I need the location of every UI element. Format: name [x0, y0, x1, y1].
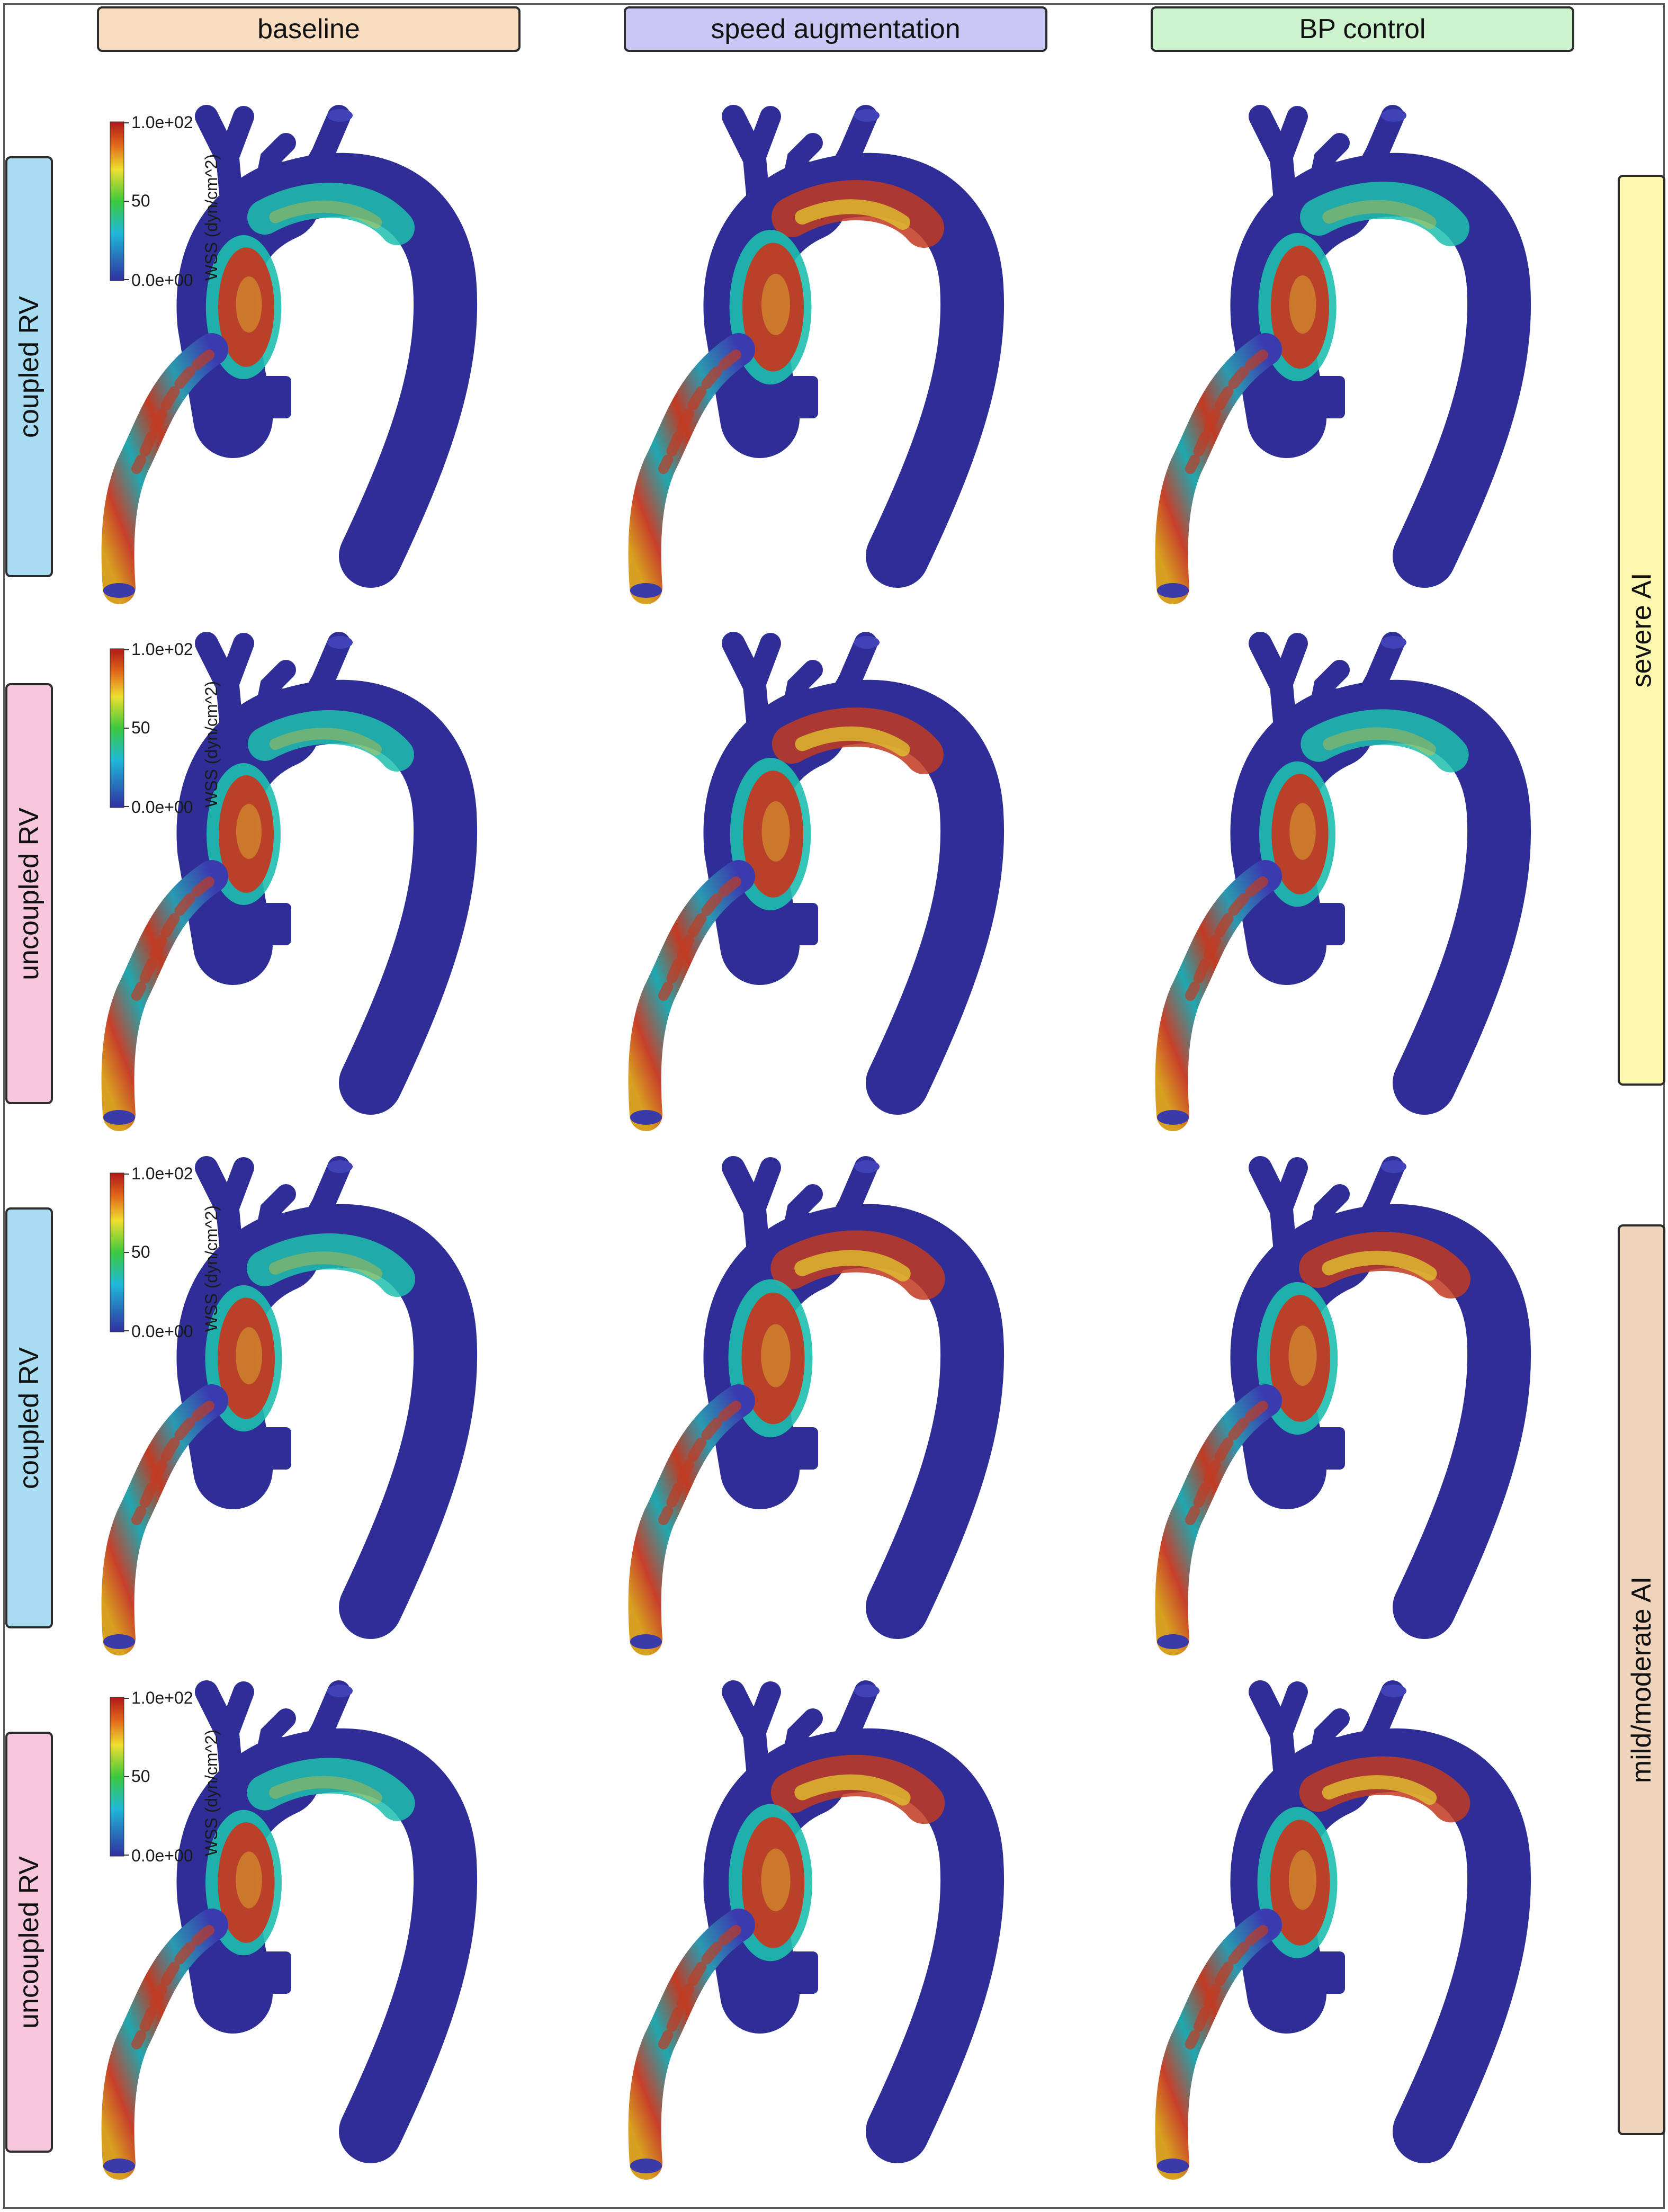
colorbar-max-label: 1.0e+02: [131, 1164, 193, 1183]
descending-aorta: [1303, 153, 1531, 588]
colorbar-mid-label: 50: [131, 191, 150, 210]
aorta-wss-panel-r4-c3: [1128, 1671, 1604, 2195]
aorta-wss-panel-r2-c1: 1.0e+02 50 0.0e+00 WSS (dyn/cm^2): [74, 622, 551, 1147]
colorbar-mid-label: 50: [131, 1767, 150, 1786]
colorbar-min-label: 0.0e+00: [131, 1846, 193, 1865]
descending-aorta: [249, 153, 478, 588]
descending-aorta: [1303, 1728, 1531, 2163]
branch-brachiocephalic-2: [744, 1157, 781, 1221]
descending-aorta: [1303, 1204, 1531, 1639]
descending-aorta: [776, 1204, 1005, 1639]
aorta-wss-panel-r1-c2: [601, 95, 1078, 620]
colorbar-title: WSS (dyn/cm^2): [202, 154, 221, 281]
group-label-severe-ai: severe AI: [1618, 175, 1665, 1086]
branch-brachiocephalic-2: [744, 1681, 781, 1745]
group-label-mild-moderate-ai: mild/moderate AI: [1618, 1224, 1665, 2135]
branch-brachiocephalic-2: [1271, 633, 1308, 696]
aorta-wss-panel-r3-c3: [1128, 1147, 1604, 1671]
aorta-wss-panel-r2-c2: [601, 622, 1078, 1147]
wss-colorbar: 1.0e+02 50 0.0e+00 WSS (dyn/cm^2): [110, 640, 221, 817]
colorbar-min-label: 0.0e+00: [131, 798, 193, 817]
aorta-wss-panel-r1-c3: [1128, 95, 1604, 620]
branch-brachiocephalic-2: [217, 633, 254, 696]
row-label-3: coupled RV: [5, 1207, 53, 1628]
descending-aorta: [776, 679, 1005, 1115]
descending-aorta: [249, 679, 478, 1115]
colorbar-title: WSS (dyn/cm^2): [202, 1205, 221, 1332]
wss-colorbar: 1.0e+02 50 0.0e+00 WSS (dyn/cm^2): [110, 113, 221, 290]
colorbar-min-label: 0.0e+00: [131, 271, 193, 290]
branch-brachiocephalic-2: [217, 1681, 254, 1745]
descending-aorta: [776, 1728, 1005, 2163]
colorbar-max-label: 1.0e+02: [131, 1688, 193, 1707]
branch-brachiocephalic-2: [1271, 1681, 1308, 1745]
descending-aorta: [1303, 679, 1531, 1115]
aorta-wss-panel-r4-c2: [601, 1671, 1078, 2195]
descending-aorta: [776, 153, 1005, 588]
branch-brachiocephalic-2: [217, 1157, 254, 1221]
column-label-bp-control: BP control: [1151, 6, 1574, 52]
aorta-wss-panel-r4-c1: 1.0e+02 50 0.0e+00 WSS (dyn/cm^2): [74, 1671, 551, 2195]
aorta-wss-panel-r3-c1: 1.0e+02 50 0.0e+00 WSS (dyn/cm^2): [74, 1147, 551, 1671]
branch-brachiocephalic-2: [1271, 106, 1308, 169]
aorta-wss-panel-r1-c1: 1.0e+02 50 0.0e+00 WSS (dyn/cm^2): [74, 95, 551, 620]
row-label-1: coupled RV: [5, 156, 53, 577]
colorbar-max-label: 1.0e+02: [131, 640, 193, 659]
colorbar-title: WSS (dyn/cm^2): [202, 681, 221, 808]
colorbar-min-label: 0.0e+00: [131, 1322, 193, 1341]
colorbar-max-label: 1.0e+02: [131, 113, 193, 132]
descending-aorta: [249, 1728, 478, 2163]
colorbar-mid-label: 50: [131, 1242, 150, 1261]
colorbar-title: WSS (dyn/cm^2): [202, 1730, 221, 1856]
branch-brachiocephalic-2: [1271, 1157, 1308, 1221]
colorbar-mid-label: 50: [131, 718, 150, 737]
row-label-2: uncoupled RV: [5, 683, 53, 1104]
descending-aorta: [249, 1204, 478, 1639]
wss-colorbar: 1.0e+02 50 0.0e+00 WSS (dyn/cm^2): [110, 1688, 221, 1865]
column-label-baseline: baseline: [97, 6, 521, 52]
branch-brachiocephalic-2: [217, 106, 254, 169]
branch-brachiocephalic-2: [744, 106, 781, 169]
row-label-4: uncoupled RV: [5, 1732, 53, 2153]
branch-brachiocephalic-2: [744, 633, 781, 696]
aorta-wss-panel-r2-c3: [1128, 622, 1604, 1147]
wss-colorbar: 1.0e+02 50 0.0e+00 WSS (dyn/cm^2): [110, 1164, 221, 1341]
aorta-wss-panel-r3-c2: [601, 1147, 1078, 1671]
column-label-speed-augmentation: speed augmentation: [624, 6, 1047, 52]
